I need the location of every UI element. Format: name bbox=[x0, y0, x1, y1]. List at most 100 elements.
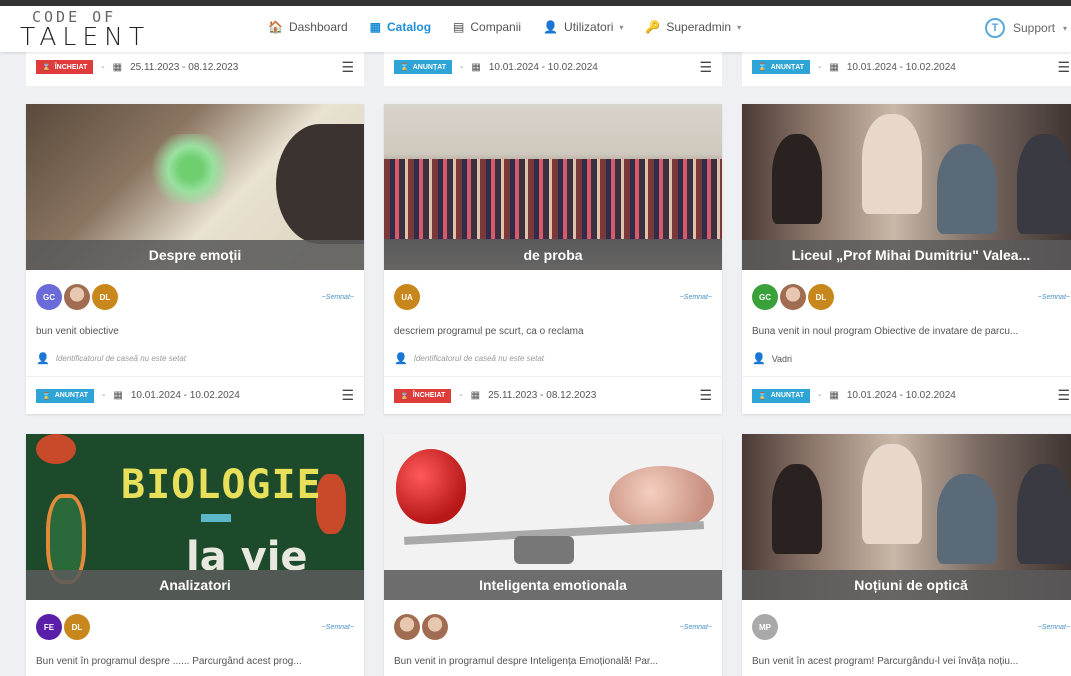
users-icon: 👤 bbox=[543, 20, 559, 34]
program-title: Inteligenta emotionala bbox=[384, 570, 722, 600]
program-card[interactable]: Liceul „Prof Mihai Dumitriu" Valea... GC… bbox=[742, 104, 1071, 414]
program-thumbnail[interactable]: de proba bbox=[384, 104, 722, 270]
hourglass-icon: ⌛ bbox=[42, 64, 51, 71]
avatar[interactable] bbox=[64, 284, 90, 310]
avatar[interactable] bbox=[394, 614, 420, 640]
support-label: Support bbox=[1013, 21, 1056, 35]
support-avatar-icon: T bbox=[985, 18, 1005, 38]
card-footer: ⌛ ANUNȚAT - ▦ 10.01.2024 - 10.02.2024 ☰ bbox=[26, 376, 364, 414]
key-icon: 🔑 bbox=[645, 20, 661, 34]
avatar-group bbox=[394, 614, 448, 640]
responsible-info: 👤 Vadri bbox=[752, 353, 793, 365]
avatar[interactable] bbox=[780, 284, 806, 310]
avatar-group: GC DL bbox=[752, 284, 834, 310]
separator: - bbox=[102, 390, 106, 401]
program-title: Noțiuni de optică bbox=[742, 570, 1071, 600]
program-card[interactable]: de proba UA ~Semnat~ descriem programul … bbox=[384, 104, 722, 414]
avatar[interactable]: UA bbox=[394, 284, 420, 310]
menu-icon[interactable]: ☰ bbox=[1057, 59, 1070, 76]
signature: ~Semnat~ bbox=[1037, 624, 1070, 631]
program-card[interactable]: Despre emoții GC DL ~Semnat~ bun venit o… bbox=[26, 104, 364, 414]
hourglass-icon: ⌛ bbox=[400, 64, 409, 71]
status-badge: ⌛ ÎNCHEIAT bbox=[36, 60, 94, 74]
cell-graphic bbox=[36, 434, 76, 464]
avatar[interactable]: DL bbox=[808, 284, 834, 310]
program-description: bun venit obiective bbox=[36, 326, 119, 337]
avatar[interactable]: DL bbox=[64, 614, 90, 640]
program-title: Analizatori bbox=[26, 570, 364, 600]
calendar-icon: ▦ bbox=[470, 390, 481, 401]
card-footer-strip: ⌛ ANUNȚAT - ▦ 10.01.2024 - 10.02.2024 ☰ bbox=[742, 48, 1071, 86]
program-thumbnail[interactable]: Liceul „Prof Mihai Dumitriu" Valea... bbox=[742, 104, 1071, 270]
divider-graphic bbox=[201, 514, 231, 522]
avatar-group: MP bbox=[752, 614, 778, 640]
nav-superadmin[interactable]: 🔑 Superadmin ▾ bbox=[645, 20, 741, 34]
avatar[interactable]: DL bbox=[92, 284, 118, 310]
program-thumbnail[interactable]: Inteligenta emotionala bbox=[384, 434, 722, 600]
menu-icon[interactable]: ☰ bbox=[341, 59, 354, 76]
nav-superadmin-label: Superadmin bbox=[666, 20, 732, 34]
date-range: 25.11.2023 - 08.12.2023 bbox=[130, 61, 239, 73]
nav-catalog[interactable]: ▦ Catalog bbox=[370, 20, 431, 34]
program-thumbnail[interactable]: Despre emoții bbox=[26, 104, 364, 270]
program-title: de proba bbox=[384, 240, 722, 270]
support-menu[interactable]: T Support ▾ bbox=[985, 18, 1067, 38]
program-description: Bun venit în acest program! Parcurgându-… bbox=[752, 656, 1019, 667]
person-silhouette bbox=[772, 134, 822, 224]
calendar-icon: ▦ bbox=[829, 390, 839, 401]
code-of-talent-logo[interactable]: CODE OF TALENT bbox=[20, 10, 150, 50]
child-silhouette bbox=[276, 124, 364, 244]
chevron-down-icon: ▾ bbox=[619, 22, 624, 32]
program-card[interactable]: BIOLOGIE la vie Analizatori FE DL ~Semna… bbox=[26, 434, 364, 676]
status-badge: ⌛ ÎNCHEIAT bbox=[394, 388, 452, 403]
menu-icon[interactable]: ☰ bbox=[699, 387, 712, 404]
nav-utilizatori[interactable]: 👤 Utilizatori ▾ bbox=[543, 20, 623, 34]
nav-utilizatori-label: Utilizatori bbox=[564, 20, 614, 34]
responsible-info: 👤 Identificatorul de caseă nu este setat bbox=[36, 353, 187, 365]
menu-icon[interactable]: ☰ bbox=[699, 59, 712, 76]
signature: ~Semnat~ bbox=[321, 624, 354, 631]
separator: - bbox=[460, 61, 464, 73]
calendar-icon: ▦ bbox=[471, 61, 481, 73]
menu-icon[interactable]: ☰ bbox=[1057, 387, 1070, 404]
program-description: Bun venit în programul despre ...... Par… bbox=[36, 656, 302, 667]
separator: - bbox=[101, 61, 105, 73]
avatar[interactable]: GC bbox=[36, 284, 62, 310]
avatar[interactable] bbox=[422, 614, 448, 640]
card-footer-strip: ⌛ ANUNȚAT - ▦ 10.01.2024 - 10.02.2024 ☰ bbox=[384, 48, 722, 86]
user-icon: 👤 bbox=[36, 353, 50, 365]
date-range: 10.01.2024 - 10.02.2024 bbox=[488, 61, 598, 73]
status-badge: ⌛ ANUNȚAT bbox=[752, 60, 811, 74]
avatar-group: UA bbox=[394, 284, 420, 310]
program-card[interactable]: Noțiuni de optică MP ~Semnat~ Bun venit … bbox=[742, 434, 1071, 676]
nav-dashboard[interactable]: 🏠 Dashboard bbox=[268, 20, 348, 34]
separator: - bbox=[818, 61, 822, 73]
program-title: Liceul „Prof Mihai Dumitriu" Valea... bbox=[742, 240, 1071, 270]
puzzle-graphic bbox=[146, 134, 236, 204]
hourglass-icon: ⌛ bbox=[400, 392, 409, 400]
avatar[interactable]: GC bbox=[752, 284, 778, 310]
signature: ~Semnat~ bbox=[679, 294, 712, 301]
balance-fulcrum bbox=[514, 536, 574, 564]
signature: ~Semnat~ bbox=[679, 624, 712, 631]
avatar[interactable]: FE bbox=[36, 614, 62, 640]
hourglass-icon: ⌛ bbox=[758, 392, 767, 400]
nav-companii[interactable]: ▤ Companii bbox=[453, 20, 521, 34]
building-icon: ▤ bbox=[453, 20, 465, 34]
avatar[interactable]: MP bbox=[752, 614, 778, 640]
program-card[interactable]: Inteligenta emotionala ~Semnat~ Bun veni… bbox=[384, 434, 722, 676]
program-description: Bun venit in programul despre Inteligenț… bbox=[394, 656, 659, 667]
chevron-down-icon: ▾ bbox=[1063, 23, 1068, 33]
program-description: descriem programul pe scurt, ca o reclam… bbox=[394, 326, 584, 337]
person-silhouette bbox=[1017, 134, 1071, 234]
program-thumbnail[interactable]: BIOLOGIE la vie Analizatori bbox=[26, 434, 364, 600]
user-icon: 👤 bbox=[394, 353, 408, 365]
program-thumbnail[interactable]: Noțiuni de optică bbox=[742, 434, 1071, 600]
chevron-down-icon: ▾ bbox=[737, 22, 742, 32]
card-footer: ⌛ ANUNȚAT - ▦ 10.01.2024 - 10.02.2024 ☰ bbox=[742, 376, 1071, 414]
date-range: 10.01.2024 - 10.02.2024 bbox=[846, 61, 956, 73]
calendar-icon: ▦ bbox=[829, 61, 839, 73]
person-silhouette bbox=[937, 144, 997, 234]
menu-icon[interactable]: ☰ bbox=[341, 387, 354, 404]
nav-catalog-label: Catalog bbox=[387, 20, 432, 34]
